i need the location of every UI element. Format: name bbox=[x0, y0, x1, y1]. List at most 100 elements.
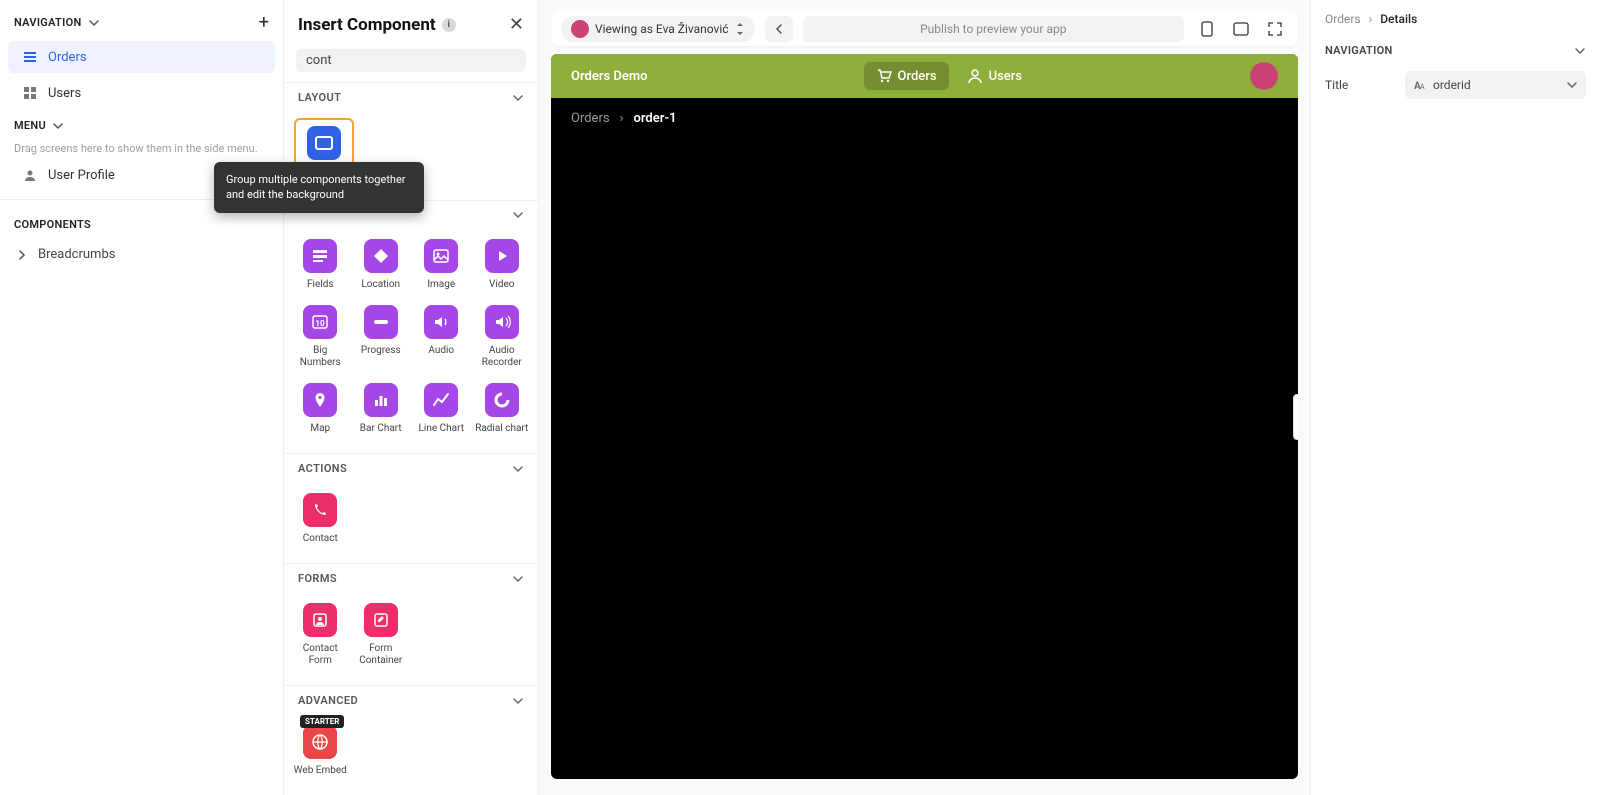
progress-icon bbox=[364, 305, 398, 339]
right-inspector: Orders › Details NAVIGATION Title AA ord… bbox=[1310, 0, 1600, 795]
chevron-right-icon: › bbox=[620, 111, 624, 126]
close-button[interactable]: ✕ bbox=[509, 14, 524, 35]
container-icon bbox=[307, 126, 341, 160]
audio-recorder-icon bbox=[485, 305, 519, 339]
menu-header: MENU bbox=[0, 111, 283, 138]
app-nav-orders[interactable]: Orders bbox=[864, 62, 949, 90]
navigation-header: NAVIGATION + bbox=[0, 0, 283, 39]
resize-handle[interactable] bbox=[1293, 394, 1298, 440]
app-header: Orders Demo Orders Users bbox=[551, 54, 1298, 98]
viewing-as-pill[interactable]: Viewing as Eva Živanović bbox=[561, 16, 755, 42]
app-breadcrumbs: Orders › order-1 bbox=[551, 98, 1298, 138]
breadcrumb-parent[interactable]: Orders bbox=[571, 111, 610, 126]
tablet-preview-button[interactable] bbox=[1228, 16, 1254, 42]
navigation-label[interactable]: NAVIGATION bbox=[14, 16, 100, 29]
radial-chart-icon bbox=[485, 383, 519, 417]
component-label: Breadcrumbs bbox=[38, 247, 115, 262]
chevron-down-icon bbox=[1574, 45, 1586, 57]
text-icon: AA bbox=[1413, 78, 1427, 92]
chevron-right-icon bbox=[16, 249, 28, 261]
nav-item-users[interactable]: Users bbox=[8, 77, 275, 109]
line-chart-icon bbox=[424, 383, 458, 417]
url-bar[interactable]: Publish to preview your app bbox=[803, 16, 1184, 42]
form-container-icon bbox=[364, 603, 398, 637]
tile-bar-chart[interactable]: Bar Chart bbox=[351, 379, 412, 439]
tile-contact-form[interactable]: Contact Form bbox=[290, 599, 351, 671]
chevron-down-icon bbox=[52, 120, 64, 132]
preview-topbar: Viewing as Eva Živanović Publish to prev… bbox=[551, 12, 1298, 46]
tile-web-embed[interactable]: STARTER Web Embed bbox=[290, 721, 351, 781]
tile-video[interactable]: Video bbox=[472, 235, 533, 295]
fullscreen-button[interactable] bbox=[1262, 16, 1288, 42]
list-icon bbox=[22, 49, 38, 65]
big-numbers-icon: 10 bbox=[303, 305, 337, 339]
user-icon bbox=[22, 167, 38, 183]
updown-icon bbox=[735, 23, 745, 35]
tile-audio[interactable]: Audio bbox=[411, 301, 472, 373]
components-label: COMPONENTS bbox=[14, 218, 91, 231]
contact-icon bbox=[303, 493, 337, 527]
info-icon[interactable]: i bbox=[442, 18, 456, 32]
chevron-down-icon bbox=[512, 92, 524, 104]
component-search-input[interactable] bbox=[296, 49, 526, 72]
chevron-down-icon bbox=[512, 209, 524, 221]
fields-icon bbox=[303, 239, 337, 273]
tooltip: Group multiple components together and e… bbox=[214, 162, 424, 213]
tile-location[interactable]: Location bbox=[351, 235, 412, 295]
title-row: Title AA orderid bbox=[1325, 71, 1586, 99]
svg-text:A: A bbox=[1420, 83, 1425, 91]
left-sidebar: NAVIGATION + Orders Users MENU Drag scre… bbox=[0, 0, 284, 795]
app-title: Orders Demo bbox=[571, 69, 648, 84]
insert-title: Insert Component i bbox=[298, 15, 456, 35]
chevron-right-icon: › bbox=[1369, 12, 1373, 26]
mobile-preview-button[interactable] bbox=[1194, 16, 1220, 42]
app-preview: Orders Demo Orders Users Orders › order-… bbox=[551, 54, 1298, 779]
tile-progress[interactable]: Progress bbox=[351, 301, 412, 373]
bar-chart-icon bbox=[364, 383, 398, 417]
title-label: Title bbox=[1325, 78, 1395, 92]
tile-line-chart[interactable]: Line Chart bbox=[411, 379, 472, 439]
chevron-down-icon bbox=[88, 17, 100, 29]
grid-icon bbox=[22, 85, 38, 101]
group-actions-header[interactable]: ACTIONS bbox=[284, 453, 538, 483]
menu-label[interactable]: MENU bbox=[14, 119, 64, 132]
app-nav-users[interactable]: Users bbox=[955, 62, 1034, 90]
nav-item-label: Orders bbox=[48, 50, 87, 65]
chevron-down-icon bbox=[512, 695, 524, 707]
user-icon bbox=[967, 68, 983, 84]
component-breadcrumbs[interactable]: Breadcrumbs bbox=[0, 237, 283, 272]
tile-fields[interactable]: Fields bbox=[290, 235, 351, 295]
tile-radial-chart[interactable]: Radial chart bbox=[472, 379, 533, 439]
nav-item-orders[interactable]: Orders bbox=[8, 41, 275, 73]
breadcrumb-current: Details bbox=[1380, 12, 1417, 26]
image-icon bbox=[424, 239, 458, 273]
starter-badge: STARTER bbox=[300, 715, 344, 728]
tile-contact[interactable]: Contact bbox=[290, 489, 351, 549]
title-input[interactable]: AA orderid bbox=[1405, 71, 1586, 99]
contact-form-icon bbox=[303, 603, 337, 637]
add-screen-button[interactable]: + bbox=[259, 12, 269, 33]
group-forms-header[interactable]: FORMS bbox=[284, 563, 538, 593]
tile-big-numbers[interactable]: 10Big Numbers bbox=[290, 301, 351, 373]
preview-canvas: Viewing as Eva Živanović Publish to prev… bbox=[539, 0, 1310, 795]
user-avatar[interactable] bbox=[1250, 62, 1278, 90]
insert-component-panel: Insert Component i ✕ Group multiple comp… bbox=[284, 0, 539, 795]
tile-map[interactable]: Map bbox=[290, 379, 351, 439]
cart-icon bbox=[876, 68, 892, 84]
nav-item-label: Users bbox=[48, 86, 81, 101]
tile-image[interactable]: Image bbox=[411, 235, 472, 295]
chevron-down-icon bbox=[512, 463, 524, 475]
web-embed-icon bbox=[303, 725, 337, 759]
avatar-icon bbox=[571, 20, 589, 38]
menu-item-label: User Profile bbox=[48, 168, 115, 183]
inspector-section-navigation[interactable]: NAVIGATION bbox=[1325, 44, 1586, 57]
tile-audio-recorder[interactable]: Audio Recorder bbox=[472, 301, 533, 373]
tile-form-container[interactable]: Form Container bbox=[351, 599, 412, 671]
group-advanced-header[interactable]: ADVANCED bbox=[284, 685, 538, 715]
svg-text:10: 10 bbox=[316, 319, 326, 328]
chevron-down-icon bbox=[1566, 79, 1578, 91]
inspector-breadcrumb: Orders › Details bbox=[1325, 12, 1586, 26]
group-layout-header[interactable]: LAYOUT bbox=[284, 82, 538, 112]
breadcrumb-parent[interactable]: Orders bbox=[1325, 12, 1361, 26]
back-button[interactable] bbox=[765, 16, 793, 42]
